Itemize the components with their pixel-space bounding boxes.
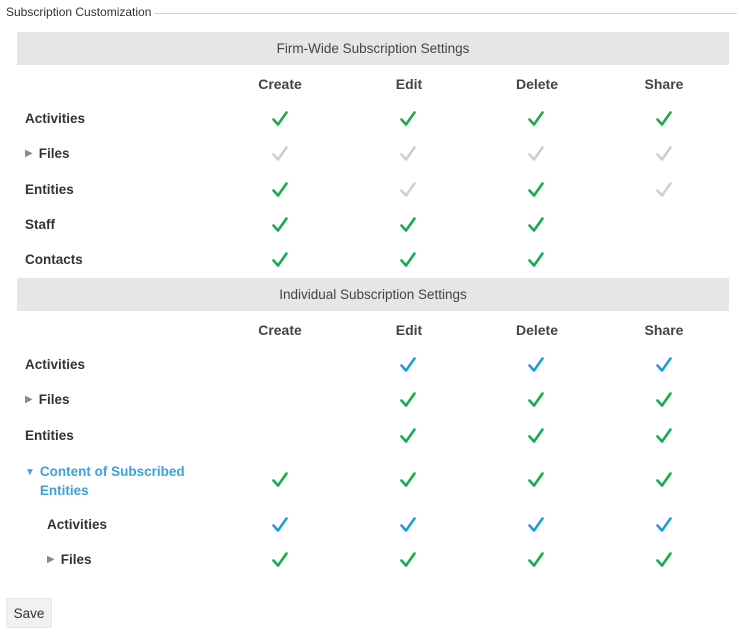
- check-icon[interactable]: [398, 550, 418, 570]
- check-icon[interactable]: [270, 215, 290, 235]
- check-icon[interactable]: [654, 355, 674, 375]
- expand-triangle-icon[interactable]: ▶: [47, 554, 55, 565]
- indiv-col-header-create: Create: [258, 322, 302, 338]
- indiv-row-entities-label: Entities: [25, 428, 74, 443]
- firm-col-header-create: Create: [258, 76, 302, 92]
- expand-triangle-icon[interactable]: ▶: [25, 394, 33, 405]
- check-icon[interactable]: [270, 515, 290, 535]
- row-label-text[interactable]: Content of Subscribed Entities: [40, 462, 190, 500]
- firm-col-header-delete: Delete: [515, 76, 559, 92]
- check-icon[interactable]: [398, 470, 418, 490]
- check-icon[interactable]: [526, 550, 546, 570]
- firm-row-contacts-label: Contacts: [25, 252, 83, 267]
- check-icon[interactable]: [526, 355, 546, 375]
- firm-row-activities-label: Activities: [25, 111, 85, 126]
- check-icon[interactable]: [526, 250, 546, 270]
- check-icon[interactable]: [398, 215, 418, 235]
- check-icon[interactable]: [654, 426, 674, 446]
- row-label-text: Entities: [25, 182, 74, 197]
- row-label-text: Activities: [25, 357, 86, 372]
- firm-col-header-edit: Edit: [395, 76, 423, 92]
- firm-col-header-share: Share: [644, 76, 684, 92]
- row-label-text[interactable]: Files: [61, 552, 92, 567]
- check-icon[interactable]: [398, 109, 418, 129]
- check-icon[interactable]: [398, 355, 418, 375]
- check-icon[interactable]: [526, 515, 546, 535]
- check-icon[interactable]: [654, 550, 674, 570]
- check-icon[interactable]: [654, 515, 674, 535]
- check-icon[interactable]: [398, 390, 418, 410]
- indiv-row-files-label[interactable]: ▶ Files: [25, 392, 69, 407]
- check-icon[interactable]: [398, 426, 418, 446]
- indiv-row-content-subscribed-label[interactable]: ▼ Content of Subscribed Entities: [25, 462, 190, 500]
- check-icon[interactable]: [654, 144, 674, 164]
- firm-row-staff-label: Staff: [25, 217, 55, 232]
- row-label-text[interactable]: Files: [39, 146, 70, 161]
- row-label-text: Contacts: [25, 252, 83, 267]
- check-icon[interactable]: [526, 470, 546, 490]
- check-icon[interactable]: [398, 250, 418, 270]
- check-icon[interactable]: [398, 180, 418, 200]
- check-icon[interactable]: [526, 180, 546, 200]
- check-icon[interactable]: [398, 515, 418, 535]
- check-icon[interactable]: [270, 109, 290, 129]
- check-icon[interactable]: [270, 180, 290, 200]
- check-icon[interactable]: [270, 250, 290, 270]
- collapse-triangle-icon[interactable]: ▼: [25, 463, 35, 482]
- fieldset-border: [150, 13, 737, 14]
- check-icon[interactable]: [526, 109, 546, 129]
- check-icon[interactable]: [654, 390, 674, 410]
- firm-wide-section-header: Firm-Wide Subscription Settings: [17, 32, 729, 65]
- check-icon[interactable]: [526, 215, 546, 235]
- indiv-row-sub-files-label[interactable]: ▶ Files: [47, 552, 91, 567]
- fieldset-legend: Subscription Customization: [6, 5, 155, 19]
- firm-row-files-label[interactable]: ▶ Files: [25, 146, 69, 161]
- check-icon[interactable]: [526, 144, 546, 164]
- indiv-row-activities-label: Activities: [25, 357, 85, 372]
- indiv-col-header-share: Share: [644, 322, 684, 338]
- check-icon[interactable]: [270, 550, 290, 570]
- expand-triangle-icon[interactable]: ▶: [25, 148, 33, 159]
- row-label-text[interactable]: Files: [39, 392, 70, 407]
- check-icon[interactable]: [654, 470, 674, 490]
- check-icon[interactable]: [526, 426, 546, 446]
- check-icon[interactable]: [398, 144, 418, 164]
- check-icon[interactable]: [270, 144, 290, 164]
- firm-row-entities-label: Entities: [25, 182, 74, 197]
- row-label-text: Entities: [25, 428, 74, 443]
- save-button[interactable]: Save: [6, 598, 52, 628]
- check-icon[interactable]: [654, 109, 674, 129]
- row-label-text: Staff: [25, 217, 55, 232]
- indiv-col-header-edit: Edit: [395, 322, 423, 338]
- row-label-text: Activities: [47, 517, 108, 532]
- indiv-row-sub-activities-label: Activities: [47, 517, 107, 532]
- check-icon[interactable]: [270, 470, 290, 490]
- check-icon[interactable]: [526, 390, 546, 410]
- individual-section-header: Individual Subscription Settings: [17, 278, 729, 311]
- indiv-col-header-delete: Delete: [515, 322, 559, 338]
- row-label-text: Activities: [25, 111, 86, 126]
- check-icon[interactable]: [654, 180, 674, 200]
